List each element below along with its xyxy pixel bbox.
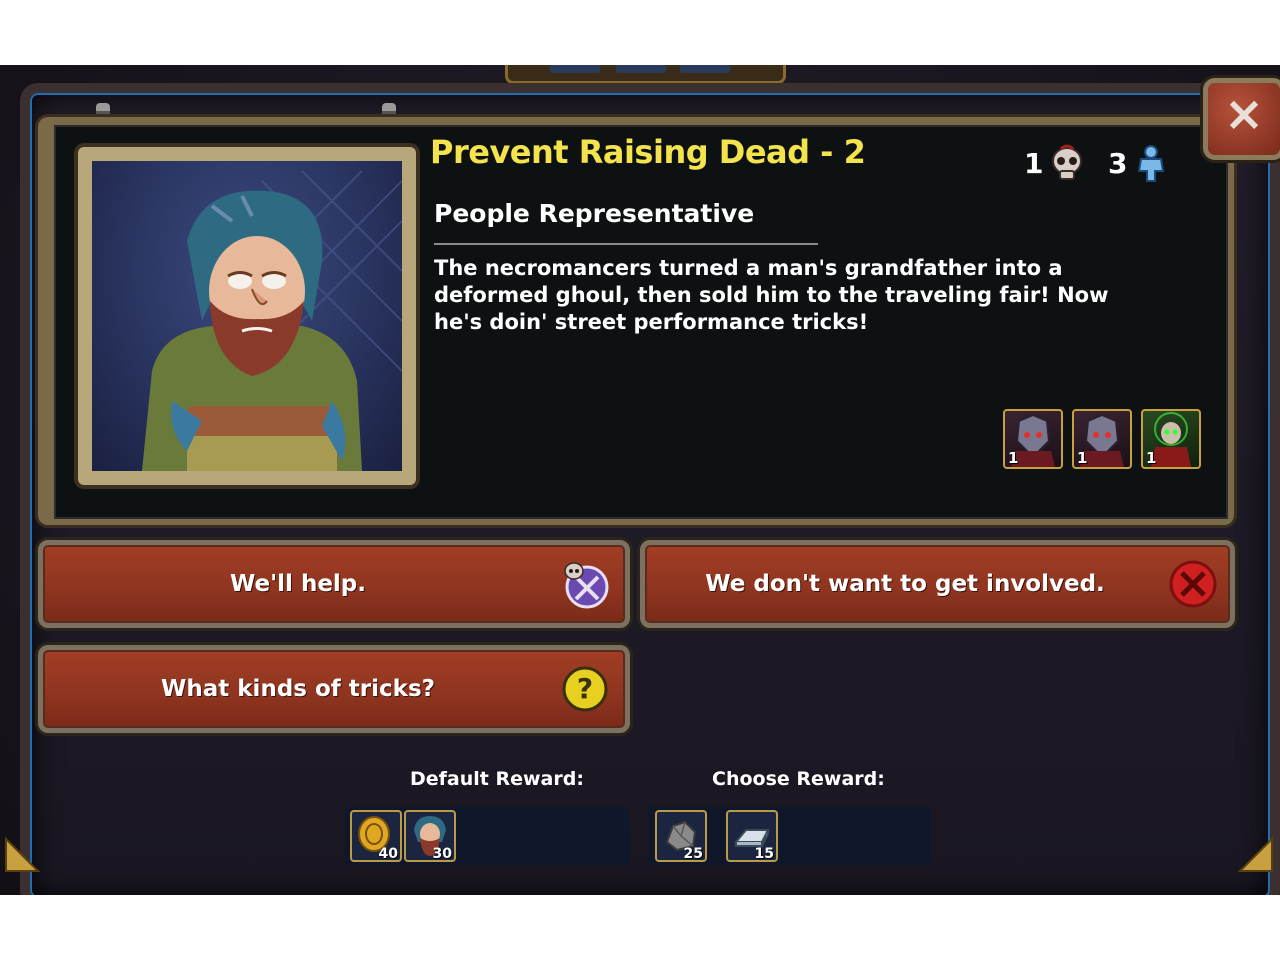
reward-peasant[interactable]: 30: [404, 810, 456, 862]
enemy-count: 1: [1077, 449, 1088, 467]
corner-ornament-icon: [5, 836, 41, 872]
game-screen: Prevent Raising Dead - 2 1 3 People Repr…: [0, 65, 1280, 895]
option-ask-button[interactable]: What kinds of tricks? ?: [38, 645, 630, 733]
enemy-count: 1: [1008, 449, 1019, 467]
choose-reward-label: Choose Reward:: [712, 768, 885, 790]
skull-crossed-swords-icon: [564, 562, 609, 609]
reward-count: 25: [683, 846, 703, 862]
unit-count: 3: [1108, 146, 1128, 180]
enemy-slot[interactable]: 1: [1141, 409, 1201, 469]
svg-text:?: ?: [577, 672, 593, 705]
speed-segment[interactable]: [680, 65, 730, 73]
option-decline-label: We don't want to get involved.: [705, 571, 1105, 597]
default-reward-label: Default Reward:: [410, 768, 584, 790]
skull-icon: [1052, 144, 1083, 180]
close-button[interactable]: ×: [1203, 78, 1280, 160]
event-title: Prevent Raising Dead - 2: [430, 133, 866, 171]
red-x-icon: [1169, 560, 1217, 608]
enemy-count: 1: [1146, 449, 1157, 467]
unit-stat: 3: [1108, 143, 1171, 183]
option-help-button[interactable]: We'll help.: [38, 540, 630, 628]
top-speed-tab: [505, 65, 786, 84]
close-icon: ×: [1223, 86, 1265, 142]
reward-count: 30: [432, 846, 452, 862]
option-help-label: We'll help.: [229, 571, 367, 597]
option-ask-label: What kinds of tricks?: [161, 676, 435, 702]
soldier-icon: [1138, 145, 1165, 182]
character-portrait: [92, 161, 402, 471]
event-description: The necromancers turned a man's grandfat…: [434, 256, 1109, 334]
speed-segment[interactable]: [550, 65, 600, 73]
reward-iron[interactable]: 15: [726, 810, 778, 862]
reward-count: 15: [754, 846, 774, 862]
skull-count: 1: [1024, 146, 1044, 180]
enemy-slot[interactable]: 1: [1072, 409, 1132, 469]
character-name: People Representative: [434, 199, 755, 228]
reward-count: 40: [378, 846, 398, 862]
reward-stone[interactable]: 25: [655, 810, 707, 862]
peasant-portrait-icon: [142, 170, 402, 471]
corner-ornament-icon: [1237, 836, 1273, 872]
speed-segment[interactable]: [616, 65, 666, 73]
option-decline-button[interactable]: We don't want to get involved.: [640, 540, 1235, 628]
divider: [434, 243, 818, 245]
skull-stat: 1: [1024, 143, 1087, 183]
question-mark-icon: ?: [562, 666, 608, 712]
enemy-slot[interactable]: 1: [1003, 409, 1063, 469]
reward-gold[interactable]: 40: [350, 810, 402, 862]
